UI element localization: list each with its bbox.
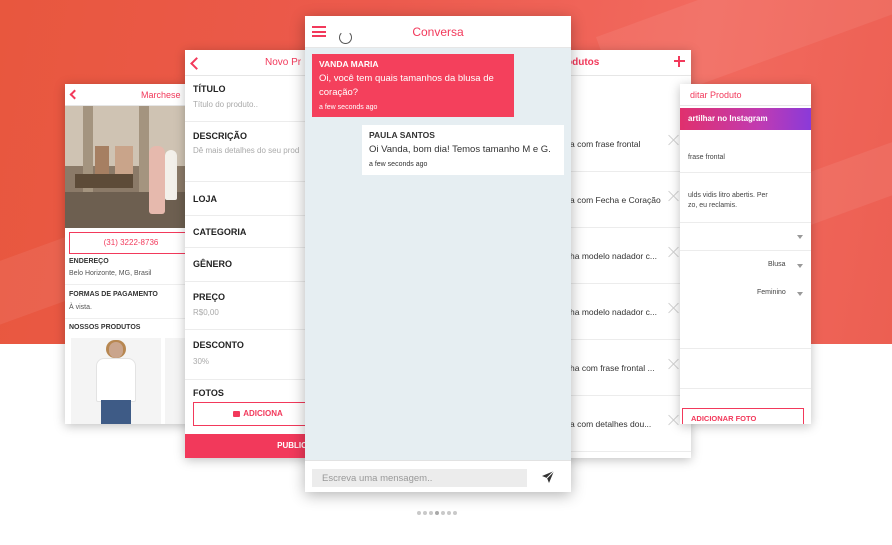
- list-item[interactable]: a com Fecha e Coração: [560, 172, 691, 228]
- store-header: Marchese: [65, 84, 193, 106]
- outgoing-message: PAULA SANTOS Oi Vanda, bom dia! Temos ta…: [362, 125, 564, 175]
- pager-dot[interactable]: [429, 511, 433, 515]
- gender-value[interactable]: Feminino: [757, 289, 786, 296]
- send-icon[interactable]: [541, 470, 555, 484]
- list-item[interactable]: a com detalhes dou...: [560, 396, 691, 452]
- dropdown-caret-icon[interactable]: [797, 292, 803, 296]
- address-label: ENDEREÇO: [69, 258, 109, 265]
- new-product-header: Novo Pr: [185, 50, 313, 76]
- edit-description-line[interactable]: zo, eu reclamis.: [688, 202, 737, 209]
- remove-icon[interactable]: [668, 358, 679, 369]
- app-showcase: Marchese (31) 3222-8736 ENDEREÇO Belo Ho…: [0, 0, 892, 545]
- title-field[interactable]: TÍTULO Título do produto..: [185, 76, 313, 122]
- product-list-header: odutos: [560, 50, 691, 76]
- new-product-title: Novo Pr: [265, 57, 302, 68]
- back-chevron-icon[interactable]: [190, 57, 203, 70]
- discount-field[interactable]: DESCONTO 30%: [185, 330, 313, 380]
- incoming-message: VANDA MARIA Oi, você tem quais tamanhos …: [312, 54, 514, 117]
- address-value: Belo Horizonte, MG, Brasil: [69, 270, 152, 277]
- price-field[interactable]: PREÇO R$0,00: [185, 282, 313, 330]
- store-select[interactable]: LOJA: [185, 182, 313, 216]
- pager-dot[interactable]: [447, 511, 451, 515]
- category-value[interactable]: Blusa: [768, 261, 786, 268]
- camera-icon: [233, 410, 241, 417]
- store-title: Marchese: [141, 90, 181, 100]
- remove-icon[interactable]: [668, 190, 679, 201]
- payment-value: À vista.: [69, 304, 92, 311]
- message-input[interactable]: [312, 469, 527, 487]
- list-item[interactable]: ha modelo nadador c...: [560, 284, 691, 340]
- dropdown-caret-icon[interactable]: [797, 264, 803, 268]
- list-item[interactable]: ha modelo nadador c...: [560, 228, 691, 284]
- pager-dot[interactable]: [441, 511, 445, 515]
- store-photo: [65, 106, 193, 228]
- gender-select[interactable]: GÊNERO: [185, 248, 313, 282]
- chat-title: Conversa: [412, 25, 464, 39]
- store-phone-button[interactable]: (31) 3222-8736: [69, 232, 193, 254]
- message-time: a few seconds ago: [369, 161, 428, 168]
- share-instagram-button[interactable]: artilhar no Instagram: [680, 108, 811, 130]
- category-select[interactable]: CATEGORIA: [185, 216, 313, 248]
- message-sender: PAULA SANTOS: [369, 130, 435, 140]
- edit-product-title: ditar Produto: [690, 90, 742, 100]
- remove-icon[interactable]: [668, 414, 679, 425]
- dropdown-caret-icon[interactable]: [797, 235, 803, 239]
- message-composer: [305, 460, 571, 492]
- publish-button[interactable]: PUBLIC: [185, 434, 313, 458]
- chat-screen: Conversa VANDA MARIA Oi, você tem quais …: [305, 16, 571, 492]
- chat-header: Conversa: [305, 16, 571, 48]
- pager-dot[interactable]: [453, 511, 457, 515]
- add-product-plus-icon[interactable]: [674, 56, 685, 67]
- remove-icon[interactable]: [668, 302, 679, 313]
- list-item[interactable]: ha com frase frontal ...: [560, 340, 691, 396]
- remove-icon[interactable]: [668, 246, 679, 257]
- photos-section: FOTOS: [193, 388, 224, 398]
- list-item[interactable]: a com frase frontal: [560, 116, 691, 172]
- edit-product-screen: ditar Produto artilhar no Instagram fras…: [680, 84, 811, 424]
- remove-icon[interactable]: [668, 134, 679, 145]
- carousel-pager: [417, 511, 459, 517]
- product-thumbnail[interactable]: [71, 338, 161, 424]
- message-time: a few seconds ago: [319, 104, 378, 111]
- message-text: Oi, você tem quais tamanhos da blusa de …: [319, 73, 494, 98]
- edit-description-line[interactable]: ulds vidis litro abertis. Per: [688, 192, 768, 199]
- products-label: NOSSOS PRODUTOS: [69, 324, 141, 331]
- add-photo-button[interactable]: ADICIONA: [193, 402, 313, 426]
- product-list-screen: odutos a com frase frontal a com Fecha e…: [560, 50, 691, 458]
- message-sender: VANDA MARIA: [319, 59, 379, 69]
- description-field[interactable]: DESCRIÇÃO Dê mais detalhes do seu prod: [185, 122, 313, 182]
- back-chevron-icon[interactable]: [69, 89, 80, 100]
- message-text: Oi Vanda, bom dia! Temos tamanho M e G.: [369, 144, 551, 155]
- new-product-screen: Novo Pr TÍTULO Título do produto.. DESCR…: [185, 50, 313, 458]
- edit-title-value[interactable]: frase frontal: [688, 154, 725, 161]
- store-profile-screen: Marchese (31) 3222-8736 ENDEREÇO Belo Ho…: [65, 84, 193, 424]
- edit-product-header: ditar Produto: [680, 84, 811, 106]
- pager-dot[interactable]: [417, 511, 421, 515]
- add-photo-button[interactable]: ADICIONAR FOTO: [682, 408, 804, 424]
- pager-dot[interactable]: [423, 511, 427, 515]
- payment-label: FORMAS DE PAGAMENTO: [69, 291, 158, 298]
- pager-dot[interactable]: [435, 511, 439, 515]
